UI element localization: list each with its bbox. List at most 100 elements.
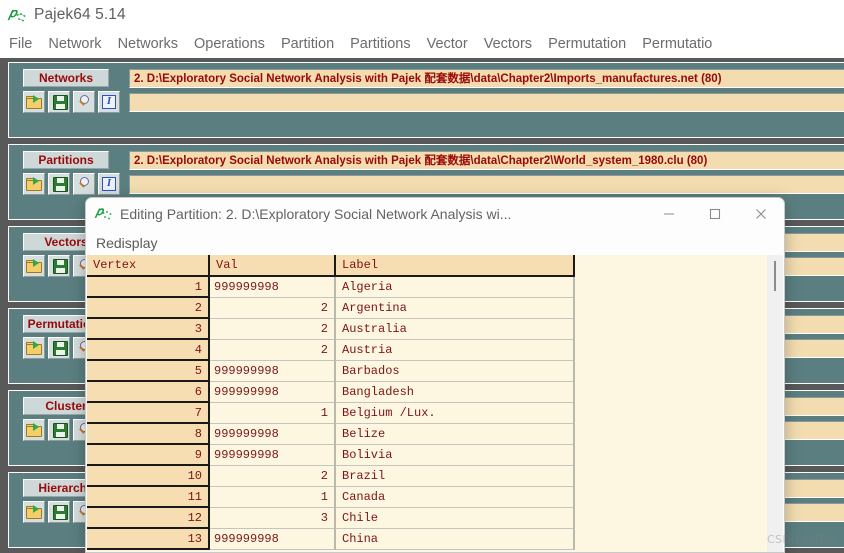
cell-label[interactable]: Australia xyxy=(335,318,575,340)
dialog-title-text: Editing Partition: 2. D:\Exploratory Soc… xyxy=(120,206,512,222)
table-row[interactable]: 6 999999998 Bangladesh xyxy=(87,381,575,403)
menu-network[interactable]: Network xyxy=(48,36,101,52)
cell-val[interactable]: 999999998 xyxy=(209,528,336,550)
table-row[interactable]: 13 999999998 China xyxy=(87,528,575,550)
partitions-field-secondary[interactable] xyxy=(129,175,844,194)
cell-val[interactable]: 999999998 xyxy=(209,276,336,298)
cell-val[interactable]: 3 xyxy=(209,507,336,529)
cell-label[interactable]: Algeria xyxy=(335,276,575,298)
cell-label[interactable]: Argentina xyxy=(335,297,575,319)
table-row[interactable]: 9 999999998 Bolivia xyxy=(87,444,575,466)
table-row[interactable]: 7 1 Belgium /Lux. xyxy=(87,402,575,424)
vectors-read-button[interactable] xyxy=(23,255,45,277)
close-icon xyxy=(756,209,766,219)
menu-operations[interactable]: Operations xyxy=(194,36,265,52)
networks-field-active[interactable]: 2. D:\Exploratory Social Network Analysi… xyxy=(129,69,844,88)
table-row[interactable]: 1 999999998 Algeria xyxy=(87,276,575,298)
cell-vertex[interactable]: 4 xyxy=(87,339,210,361)
panel-networks-toolbar[interactable]: I xyxy=(23,91,120,113)
table-row[interactable]: 3 2 Australia xyxy=(87,318,575,340)
permutations-save-button[interactable] xyxy=(48,337,70,359)
partitions-info-button[interactable]: I xyxy=(98,173,120,195)
cell-vertex[interactable]: 5 xyxy=(87,360,210,382)
dialog-vertical-scrollbar[interactable] xyxy=(767,255,783,552)
table-row[interactable]: 12 3 Chile xyxy=(87,507,575,529)
cell-vertex[interactable]: 9 xyxy=(87,444,210,466)
cell-vertex[interactable]: 1 xyxy=(87,276,210,298)
table-row[interactable]: 8 999999998 Belize xyxy=(87,423,575,445)
hierarchy-save-button[interactable] xyxy=(48,501,70,523)
partitions-field-active[interactable]: 2. D:\Exploratory Social Network Analysi… xyxy=(129,151,844,170)
menu-networks[interactable]: Networks xyxy=(118,36,178,52)
menu-permutations[interactable]: Permutatio xyxy=(642,36,712,52)
cluster-save-button[interactable] xyxy=(48,419,70,441)
cell-val[interactable]: 999999998 xyxy=(209,423,336,445)
cell-vertex[interactable]: 2 xyxy=(87,297,210,319)
cell-label[interactable]: Bangladesh xyxy=(335,381,575,403)
dialog-window-controls[interactable] xyxy=(646,198,784,230)
column-header-label[interactable]: Label xyxy=(335,255,575,277)
table-row[interactable]: 4 2 Austria xyxy=(87,339,575,361)
cell-val[interactable]: 999999998 xyxy=(209,444,336,466)
column-header-vertex[interactable]: Vertex xyxy=(87,255,210,277)
cell-vertex[interactable]: 7 xyxy=(87,402,210,424)
cluster-read-button[interactable] xyxy=(23,419,45,441)
dialog-menubar[interactable]: Redisplay xyxy=(86,230,784,255)
menu-permutation[interactable]: Permutation xyxy=(548,36,626,52)
cell-label[interactable]: Barbados xyxy=(335,360,575,382)
permutations-read-button[interactable] xyxy=(23,337,45,359)
cell-label[interactable]: Bolivia xyxy=(335,444,575,466)
cell-label[interactable]: Belize xyxy=(335,423,575,445)
cell-label[interactable]: Austria xyxy=(335,339,575,361)
partitions-read-button[interactable] xyxy=(23,173,45,195)
table-row[interactable]: 11 1 Canada xyxy=(87,486,575,508)
menu-redisplay[interactable]: Redisplay xyxy=(96,235,157,251)
cell-vertex[interactable]: 10 xyxy=(87,465,210,487)
cell-val[interactable]: 2 xyxy=(209,465,336,487)
cell-val[interactable]: 1 xyxy=(209,402,336,424)
menu-file[interactable]: File xyxy=(9,36,32,52)
cell-val[interactable]: 999999998 xyxy=(209,381,336,403)
minimize-button[interactable] xyxy=(646,198,692,230)
cell-vertex[interactable]: 11 xyxy=(87,486,210,508)
cell-vertex[interactable]: 6 xyxy=(87,381,210,403)
cell-label[interactable]: Chile xyxy=(335,507,575,529)
menu-partition[interactable]: Partition xyxy=(281,36,334,52)
cell-label[interactable]: Belgium /Lux. xyxy=(335,402,575,424)
cell-val[interactable]: 1 xyxy=(209,486,336,508)
dialog-titlebar[interactable]: 𝑝 Editing Partition: 2. D:\Exploratory S… xyxy=(86,198,784,230)
vectors-save-button[interactable] xyxy=(48,255,70,277)
networks-view-button[interactable] xyxy=(73,91,95,113)
main-menubar[interactable]: File Network Networks Operations Partiti… xyxy=(0,30,844,58)
cell-val[interactable]: 999999998 xyxy=(209,360,336,382)
table-row[interactable]: 2 2 Argentina xyxy=(87,297,575,319)
cell-vertex[interactable]: 13 xyxy=(87,528,210,550)
cell-val[interactable]: 2 xyxy=(209,297,336,319)
table-row[interactable]: 5 999999998 Barbados xyxy=(87,360,575,382)
panel-partitions-toolbar[interactable]: I xyxy=(23,173,120,195)
cell-vertex[interactable]: 3 xyxy=(87,318,210,340)
menu-partitions[interactable]: Partitions xyxy=(350,36,410,52)
hierarchy-read-button[interactable] xyxy=(23,501,45,523)
menu-vector[interactable]: Vector xyxy=(427,36,468,52)
cell-label[interactable]: Brazil xyxy=(335,465,575,487)
maximize-button[interactable] xyxy=(692,198,738,230)
scrollbar-thumb[interactable] xyxy=(774,261,776,291)
table-row[interactable]: 10 2 Brazil xyxy=(87,465,575,487)
cell-vertex[interactable]: 12 xyxy=(87,507,210,529)
networks-field-secondary[interactable] xyxy=(129,93,844,112)
partitions-view-button[interactable] xyxy=(73,173,95,195)
panel-partitions-label: Partitions xyxy=(23,151,109,169)
menu-vectors[interactable]: Vectors xyxy=(484,36,532,52)
cell-vertex[interactable]: 8 xyxy=(87,423,210,445)
close-button[interactable] xyxy=(738,198,784,230)
column-header-val[interactable]: Val xyxy=(209,255,336,277)
cell-label[interactable]: Canada xyxy=(335,486,575,508)
cell-label[interactable]: China xyxy=(335,528,575,550)
cell-val[interactable]: 2 xyxy=(209,339,336,361)
networks-info-button[interactable]: I xyxy=(98,91,120,113)
partitions-save-button[interactable] xyxy=(48,173,70,195)
networks-read-button[interactable] xyxy=(23,91,45,113)
networks-save-button[interactable] xyxy=(48,91,70,113)
cell-val[interactable]: 2 xyxy=(209,318,336,340)
